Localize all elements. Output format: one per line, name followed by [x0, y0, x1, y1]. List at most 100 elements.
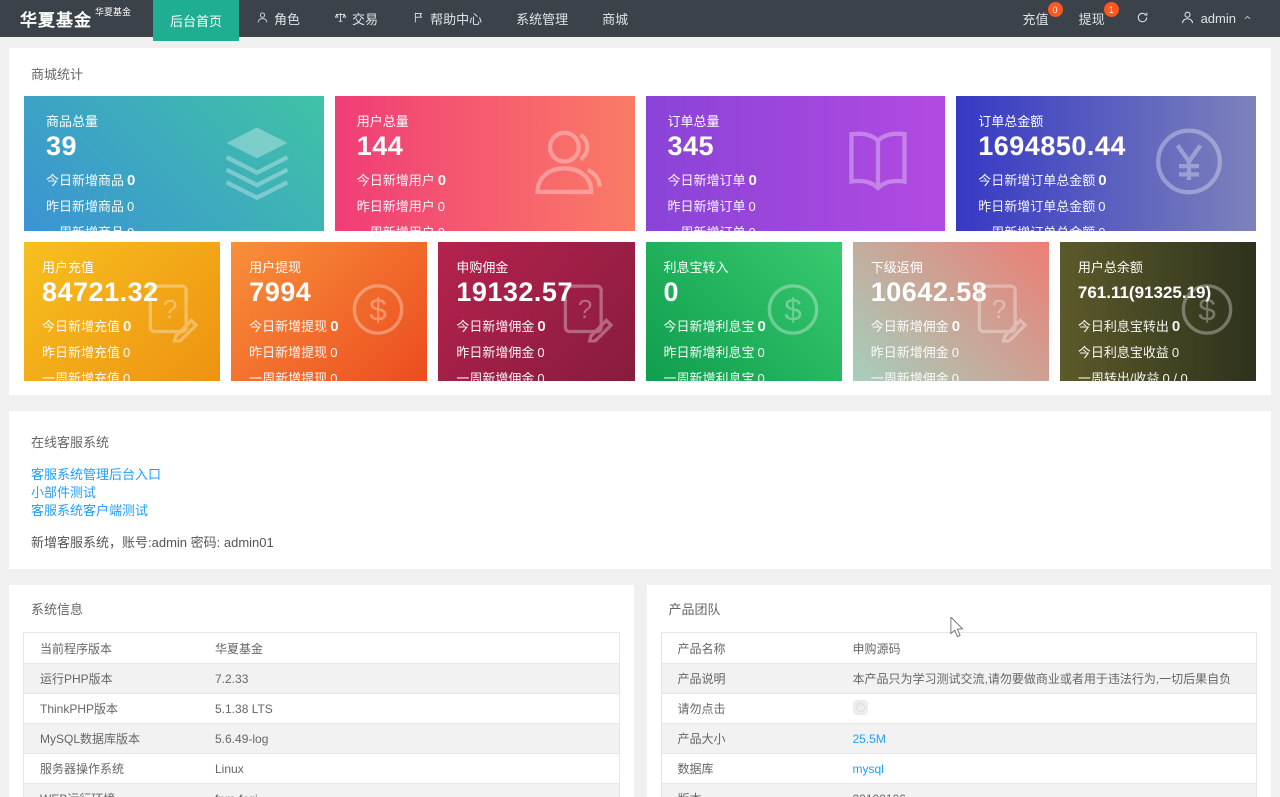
stat-line-label: 一周新增充值	[42, 371, 121, 381]
stat-line-label: 昨日新增订单	[667, 199, 746, 214]
stat-line-value: 0	[537, 345, 545, 360]
refresh-button[interactable]	[1120, 0, 1165, 37]
dont-click-icon[interactable]	[852, 699, 868, 715]
nav-item-mall[interactable]: 商城	[585, 0, 645, 37]
stat-line-value: 0	[951, 345, 959, 360]
refresh-icon	[1135, 10, 1150, 28]
nav-item-label: 交易	[352, 12, 379, 27]
stats-row-2: 用户充值 84721.32 今日新增充值 0 昨日新增充值 0 一周新增充值 0 ? …	[24, 242, 1257, 381]
nav-item-system[interactable]: 系统管理	[499, 0, 585, 37]
stat-card-withdraw: 用户提现 7994 今日新增提现 0 昨日新增提现 0 一周新增提现 0 $	[231, 242, 428, 381]
table-row: 产品说明 本产品只为学习测试交流,请勿要做商业或者用于违法行为,一切后果自负	[661, 663, 1256, 693]
stat-card-total-balance: 用户总余额 761.11(91325.19) 今日利息宝转出 0 今日利息宝收益 0…	[1059, 242, 1257, 381]
stat-value: 39	[46, 131, 78, 161]
stat-line-value: 0	[757, 371, 765, 381]
stat-card-commission: 申购佣金 19132.57 今日新增佣金 0 昨日新增佣金 0 一周新增佣金 0 ?	[438, 242, 635, 381]
service-links: 客服系统管理后台入口 小部件测试 客服系统客户端测试	[24, 464, 1256, 520]
nav-item-help-center[interactable]: 帮助中心	[395, 0, 499, 37]
stat-card-users: 用户总量 144 今日新增用户0 昨日新增用户0 一周新增用户0	[334, 96, 635, 231]
table-row: 服务器操作系统 Linux	[24, 753, 619, 783]
stat-line-value: 0	[951, 371, 959, 381]
stat-value: 84721.32	[42, 277, 159, 307]
stat-line-label: 昨日新增订单总金额	[978, 199, 1096, 214]
stat-line-value: 0	[123, 371, 131, 381]
stat-line-label: 一周新增商品	[46, 225, 124, 231]
nav-right: 充值 0 提现 1 admin	[1008, 0, 1280, 37]
nav-item-roles[interactable]: 角色	[239, 0, 317, 37]
top-nav: 华夏基金 华夏基金 后台首页 角色 交易 帮助中心 系统管理 商城 充值 0 提…	[0, 0, 1280, 41]
stat-title: 用户充值	[42, 260, 95, 275]
row-label: ThinkPHP版本	[40, 702, 119, 716]
stat-line-value: 0	[123, 318, 132, 335]
stat-line-label: 一周新增佣金	[456, 371, 535, 381]
stat-line-value: 0	[127, 199, 135, 214]
withdraw-label: 提现	[1078, 12, 1105, 27]
row-label: 产品名称	[677, 641, 726, 656]
system-info-panel: 系统信息 当前程序版本 华夏基金 运行PHP版本 7.2.33 ThinkPHP版本…	[9, 585, 634, 797]
username: admin	[1200, 11, 1236, 26]
row-label: 当前程序版本	[40, 641, 113, 656]
stat-line-value: 0	[537, 318, 546, 335]
brand[interactable]: 华夏基金 华夏基金	[0, 0, 153, 37]
stat-line-value: 0	[1171, 345, 1180, 360]
stat-line-value: 0	[123, 345, 131, 360]
person-icon	[1180, 10, 1195, 28]
stat-card-order-amount: 订单总金额 1694850.44 今日新增订单总金额0 昨日新增订单总金额0 一…	[956, 96, 1256, 231]
row-label: 服务器操作系统	[40, 762, 125, 776]
nav-item-dashboard[interactable]: 后台首页	[153, 0, 240, 41]
stat-line-label: 今日利息宝转出	[1077, 319, 1169, 334]
stat-value: 1694850.44	[978, 131, 1126, 161]
user-menu[interactable]: admin	[1165, 0, 1268, 37]
row-value: 5.1.38 LTS	[215, 701, 273, 716]
stat-line-label: 昨日新增佣金	[870, 345, 949, 360]
row-label: 版本	[662, 790, 853, 797]
row-label: WEB运行环境	[24, 790, 215, 797]
table-row: WEB运行环境fpm-fcgi	[24, 783, 619, 797]
row-value: fpm-fcgi	[215, 792, 619, 797]
stat-card-products: 商品总量 39 今日新增商品0 昨日新增商品0 一周新增商品0	[24, 96, 324, 231]
row-value: 7.2.33	[215, 671, 249, 686]
row-label: 请勿点击	[677, 702, 726, 716]
table-row: 产品名称 申购源码	[662, 633, 1257, 663]
row-value: 5.6.49-log	[215, 731, 269, 746]
table-row: ThinkPHP版本 5.1.38 LTS	[24, 693, 619, 723]
stat-value: 0	[663, 277, 680, 307]
stat-line-value: 0	[748, 172, 757, 189]
stat-line-value: 0	[537, 371, 545, 381]
stat-line-label: 今日新增用户	[356, 173, 435, 188]
stat-value: 345	[667, 131, 715, 161]
stat-card-interest-in: 利息宝转入 0 今日新增利息宝 0 昨日新增利息宝 0 一周新增利息宝 0 $	[645, 242, 842, 381]
recharge-button[interactable]: 充值 0	[1008, 0, 1064, 37]
row-label: 数据库	[677, 762, 714, 776]
withdraw-button[interactable]: 提现 1	[1064, 0, 1120, 37]
stat-line-value: 0	[437, 199, 445, 214]
stat-title: 下级返佣	[870, 260, 923, 275]
stat-value: 10642.58	[870, 277, 988, 307]
stat-line-label: 一周新增提现	[249, 371, 328, 381]
row-label: 产品说明	[677, 672, 726, 686]
table-row: 请勿点击	[661, 693, 1256, 723]
table-row: 版本20100106	[661, 783, 1256, 797]
service-admin-entry-link[interactable]: 客服系统管理后台入口	[31, 466, 1249, 484]
product-team-table: 产品名称 申购源码 产品说明 本产品只为学习测试交流,请勿要做商业或者用于违法行为,…	[660, 632, 1257, 797]
stat-title: 订单总金额	[978, 114, 1044, 129]
stat-title: 订单总量	[667, 114, 720, 129]
stat-line-label: 今日新增佣金	[456, 319, 535, 334]
stat-line-label: 一周新增订单	[668, 225, 746, 231]
stat-line-value: 0	[330, 371, 338, 381]
stat-line-value: 0	[951, 318, 961, 335]
row-value: 华夏基金	[215, 641, 264, 656]
stat-title: 商品总量	[46, 114, 99, 129]
stat-line-label: 昨日新增充值	[42, 345, 121, 360]
flag-icon	[412, 11, 425, 27]
stat-line-label: 今日新增佣金	[870, 319, 949, 334]
nav-item-trade[interactable]: 交易	[317, 0, 395, 37]
recharge-label: 充值	[1022, 12, 1049, 27]
product-size-link[interactable]: 25.5M	[853, 732, 1257, 746]
online-service-title: 在线客服系统	[31, 435, 110, 450]
widget-test-link[interactable]: 小部件测试	[31, 484, 1249, 502]
table-row: 当前程序版本 华夏基金	[24, 633, 619, 663]
stat-line-label: 昨日新增用户	[356, 199, 435, 214]
service-client-test-link[interactable]: 客服系统客户端测试	[31, 502, 1249, 520]
database-link[interactable]: mysql	[853, 762, 1257, 776]
